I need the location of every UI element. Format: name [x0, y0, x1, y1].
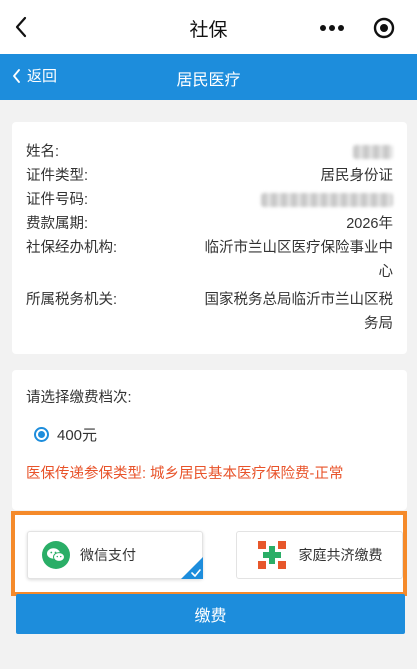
- info-label: 社保经办机构:: [26, 240, 118, 256]
- tier-card: 请选择缴费档次: 400元 医保传递参保类型: 城乡居民基本医疗保险费-正常: [12, 370, 407, 510]
- selected-check-icon: [181, 557, 203, 579]
- info-label: 姓名:: [26, 144, 60, 160]
- tier-prompt: 请选择缴费档次:: [26, 390, 132, 406]
- more-button[interactable]: [306, 11, 358, 45]
- tier-option-label: 400元: [57, 427, 98, 444]
- info-value-line: 心: [378, 264, 394, 280]
- mini-program-nav-bar: 社保: [0, 0, 417, 54]
- tier-option-400[interactable]: 400元: [34, 424, 97, 445]
- wechat-icon: [42, 541, 70, 569]
- pay-button[interactable]: 缴费: [16, 594, 405, 634]
- info-value-redacted: [261, 188, 393, 212]
- info-value: 国家税务总局临沂市兰山区税 务局: [205, 288, 394, 336]
- close-mini-program-button[interactable]: [358, 11, 410, 45]
- info-value: 临沂市兰山区医疗保险事业中 心: [205, 236, 394, 284]
- info-value-line: 国家税务总局临沂市兰山区税: [204, 292, 394, 308]
- insured-info-card: 姓名: 证件类型: 居民身份证 证件号码: 费款属期: 2026年 社保经办机构…: [12, 122, 407, 354]
- insurance-type-notice: 医保传递参保类型: 城乡居民基本医疗保险费-正常: [26, 466, 344, 482]
- more-dots-icon: [320, 25, 344, 31]
- family-pay-option[interactable]: 家庭共济缴费: [236, 531, 403, 579]
- family-pay-label: 家庭共济缴费: [298, 547, 383, 563]
- family-share-icon: [257, 540, 287, 570]
- radio-selected-icon[interactable]: [34, 427, 49, 442]
- payment-method-section: 微信支付 家庭共济缴费: [11, 511, 407, 596]
- info-value: 2026年: [346, 216, 393, 232]
- page-header: 返回 居民医疗: [0, 54, 417, 100]
- target-close-icon: [373, 17, 395, 39]
- info-value: 居民身份证: [320, 168, 394, 184]
- info-label: 所属税务机关:: [26, 292, 118, 308]
- info-value-line: 务局: [364, 316, 393, 332]
- info-label: 费款属期:: [26, 216, 89, 232]
- info-label: 证件类型:: [26, 168, 89, 184]
- info-label: 证件号码:: [26, 192, 89, 208]
- info-value-line: 临沂市兰山区医疗保险事业中: [204, 240, 394, 256]
- page-title: 居民医疗: [176, 72, 241, 89]
- info-value-redacted: [353, 140, 393, 164]
- wechat-pay-option[interactable]: 微信支付: [27, 531, 203, 579]
- capsule-menu: [306, 11, 410, 45]
- wechat-pay-label: 微信支付: [80, 547, 136, 563]
